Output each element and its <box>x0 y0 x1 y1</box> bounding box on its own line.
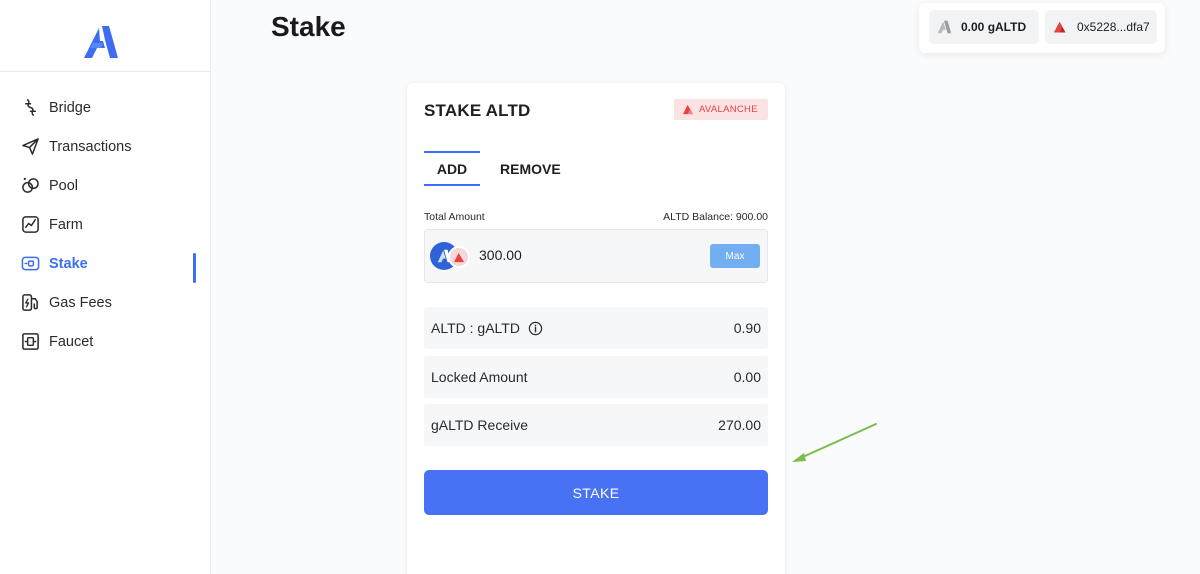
account-bar: 0.00 gALTD 0x5228...dfa7 <box>919 3 1165 53</box>
sidebar-item-transactions[interactable]: Transactions <box>0 127 211 166</box>
gas-icon <box>20 293 40 313</box>
wallet-address-pill[interactable]: 0x5228...dfa7 <box>1045 10 1157 44</box>
amount-input-box: Max <box>424 229 768 283</box>
exchange-rate-value: 0.90 <box>733 320 761 336</box>
sidebar-item-label: Gas Fees <box>49 294 112 311</box>
network-badge-label: AVALANCHE <box>699 104 758 115</box>
stake-card: STAKE ALTD AVALANCHE ADD REMOVE Total Am… <box>407 83 785 574</box>
sidebar-divider <box>0 71 211 72</box>
avalanche-icon <box>448 246 470 268</box>
tab-add[interactable]: ADD <box>424 151 480 186</box>
brand-logo-icon[interactable] <box>80 24 120 60</box>
sidebar-item-label: Farm <box>49 216 83 233</box>
wallet-address-text: 0x5228...dfa7 <box>1077 20 1150 34</box>
locked-amount-value: 0.00 <box>733 369 761 385</box>
exchange-rate-row: ALTD : gALTD 0.90 <box>424 307 768 349</box>
avalanche-icon <box>1051 18 1069 36</box>
stake-tabs: ADD REMOVE <box>424 151 575 186</box>
sidebar: Bridge Transactions Pool Farm Stake Gas … <box>0 0 211 574</box>
pool-icon <box>20 176 40 196</box>
altd-balance-label: ALTD Balance: 900.00 <box>663 211 768 223</box>
info-icon[interactable] <box>528 321 543 336</box>
sidebar-item-label: Faucet <box>49 333 94 350</box>
sidebar-item-faucet[interactable]: Faucet <box>0 322 211 361</box>
sidebar-item-label: Stake <box>49 255 88 272</box>
annotation-arrow-icon <box>792 423 877 462</box>
bridge-icon <box>20 98 40 118</box>
active-indicator <box>193 253 196 283</box>
exchange-rate-label: ALTD : gALTD <box>431 320 520 336</box>
network-badge: AVALANCHE <box>674 99 768 120</box>
avalanche-icon <box>683 104 694 115</box>
chart-icon <box>20 215 40 235</box>
locked-amount-label: Locked Amount <box>431 369 528 385</box>
sidebar-item-farm[interactable]: Farm <box>0 205 211 244</box>
tab-remove[interactable]: REMOVE <box>486 151 575 186</box>
page-title: Stake <box>271 11 346 42</box>
sidebar-item-gas-fees[interactable]: Gas Fees <box>0 283 211 322</box>
faucet-icon <box>20 332 40 352</box>
stake-button[interactable]: STAKE <box>424 470 768 515</box>
sidebar-item-pool[interactable]: Pool <box>0 166 211 205</box>
receive-amount-row: gALTD Receive 270.00 <box>424 404 768 446</box>
locked-amount-row: Locked Amount 0.00 <box>424 356 768 398</box>
sidebar-item-label: Transactions <box>49 138 132 155</box>
token-pair-icon <box>430 242 472 272</box>
galtd-token-icon <box>935 18 953 36</box>
stake-icon <box>20 254 40 274</box>
receive-amount-label: gALTD Receive <box>431 417 529 433</box>
receive-amount-value: 270.00 <box>718 417 761 433</box>
galtd-balance-text: 0.00 gALTD <box>961 20 1027 34</box>
max-button[interactable]: Max <box>710 244 760 268</box>
amount-input[interactable] <box>479 247 679 263</box>
card-title: STAKE ALTD <box>424 101 531 120</box>
galtd-balance-pill[interactable]: 0.00 gALTD <box>929 10 1039 44</box>
sidebar-item-label: Pool <box>49 177 79 194</box>
sidebar-item-label: Bridge <box>49 99 91 116</box>
sidebar-nav: Bridge Transactions Pool Farm Stake Gas … <box>0 88 211 361</box>
send-icon <box>20 137 40 157</box>
total-amount-label: Total Amount <box>424 211 485 223</box>
sidebar-item-bridge[interactable]: Bridge <box>0 88 211 127</box>
sidebar-item-stake[interactable]: Stake <box>0 244 211 283</box>
